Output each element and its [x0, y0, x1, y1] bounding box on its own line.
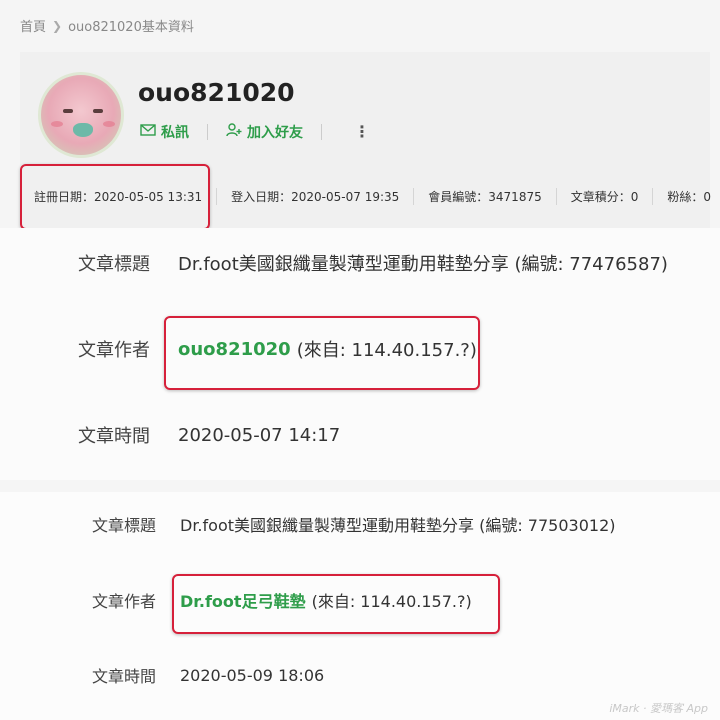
avatar[interactable] [38, 72, 124, 158]
post2-time: 2020-05-09 18:06 [180, 665, 325, 685]
highlight-post2-author [172, 574, 500, 634]
post2-title: Dr.foot美國銀纖量製薄型運動用鞋墊分享 (編號: 77503012) [180, 516, 616, 535]
post1-title: Dr.foot美國銀纖量製薄型運動用鞋墊分享 (編號: 77476587) [178, 254, 668, 275]
breadcrumb: 首頁 ❯ ouo821020基本資料 [20, 16, 194, 36]
post2-time-row: 文章時間 2020-05-09 18:06 [92, 663, 324, 687]
post2-title-row: 文章標題 Dr.foot美國銀纖量製薄型運動用鞋墊分享 (編號: 7750301… [92, 512, 616, 536]
breadcrumb-current: ouo821020基本資料 [68, 20, 194, 35]
post1-author-label: 文章作者 [78, 340, 150, 361]
highlight-post1-author [164, 316, 480, 390]
envelope-icon [140, 124, 156, 140]
breadcrumb-home-link[interactable]: 首頁 [20, 16, 46, 35]
message-button-label: 私訊 [161, 125, 189, 141]
avatar-mouth [73, 123, 93, 137]
avatar-blush [103, 121, 115, 127]
divider [207, 124, 208, 140]
post2-author-label: 文章作者 [92, 592, 157, 611]
watermark: iMark · 愛瑪客 App [609, 702, 708, 715]
post1-time: 2020-05-07 14:17 [178, 424, 341, 446]
profile-username: ouo821020 [138, 78, 295, 107]
stat-article-points: 文章積分：0 [557, 188, 654, 205]
stat-fans: 粉絲：0 [667, 190, 712, 204]
post2-title-label: 文章標題 [92, 516, 157, 535]
stat-login-date: 登入日期：2020-05-07 19:35 [217, 188, 415, 205]
divider [321, 124, 322, 140]
highlight-register-date [20, 164, 210, 230]
add-friend-button-label: 加入好友 [247, 125, 303, 141]
avatar-eye [93, 109, 103, 113]
add-friend-button[interactable]: 加入好友 [226, 122, 303, 142]
avatar-eye [63, 109, 73, 113]
post1-time-row: 文章時間 2020-05-07 14:17 [78, 422, 340, 448]
profile-actions: 私訊 加入好友 ⋮ [140, 122, 370, 142]
post1-title-label: 文章標題 [78, 254, 150, 275]
post2-time-label: 文章時間 [92, 667, 157, 686]
stat-member-number: 會員編號：3471875 [414, 188, 557, 205]
post1-time-label: 文章時間 [78, 426, 150, 447]
chevron-right-icon: ❯ [52, 18, 63, 33]
post1-title-row: 文章標題 Dr.foot美國銀纖量製薄型運動用鞋墊分享 (編號: 7747658… [78, 250, 668, 276]
message-button[interactable]: 私訊 [140, 122, 189, 142]
more-options-icon[interactable]: ⋮ [354, 124, 370, 140]
add-user-icon [226, 123, 242, 141]
avatar-blush [51, 121, 63, 127]
